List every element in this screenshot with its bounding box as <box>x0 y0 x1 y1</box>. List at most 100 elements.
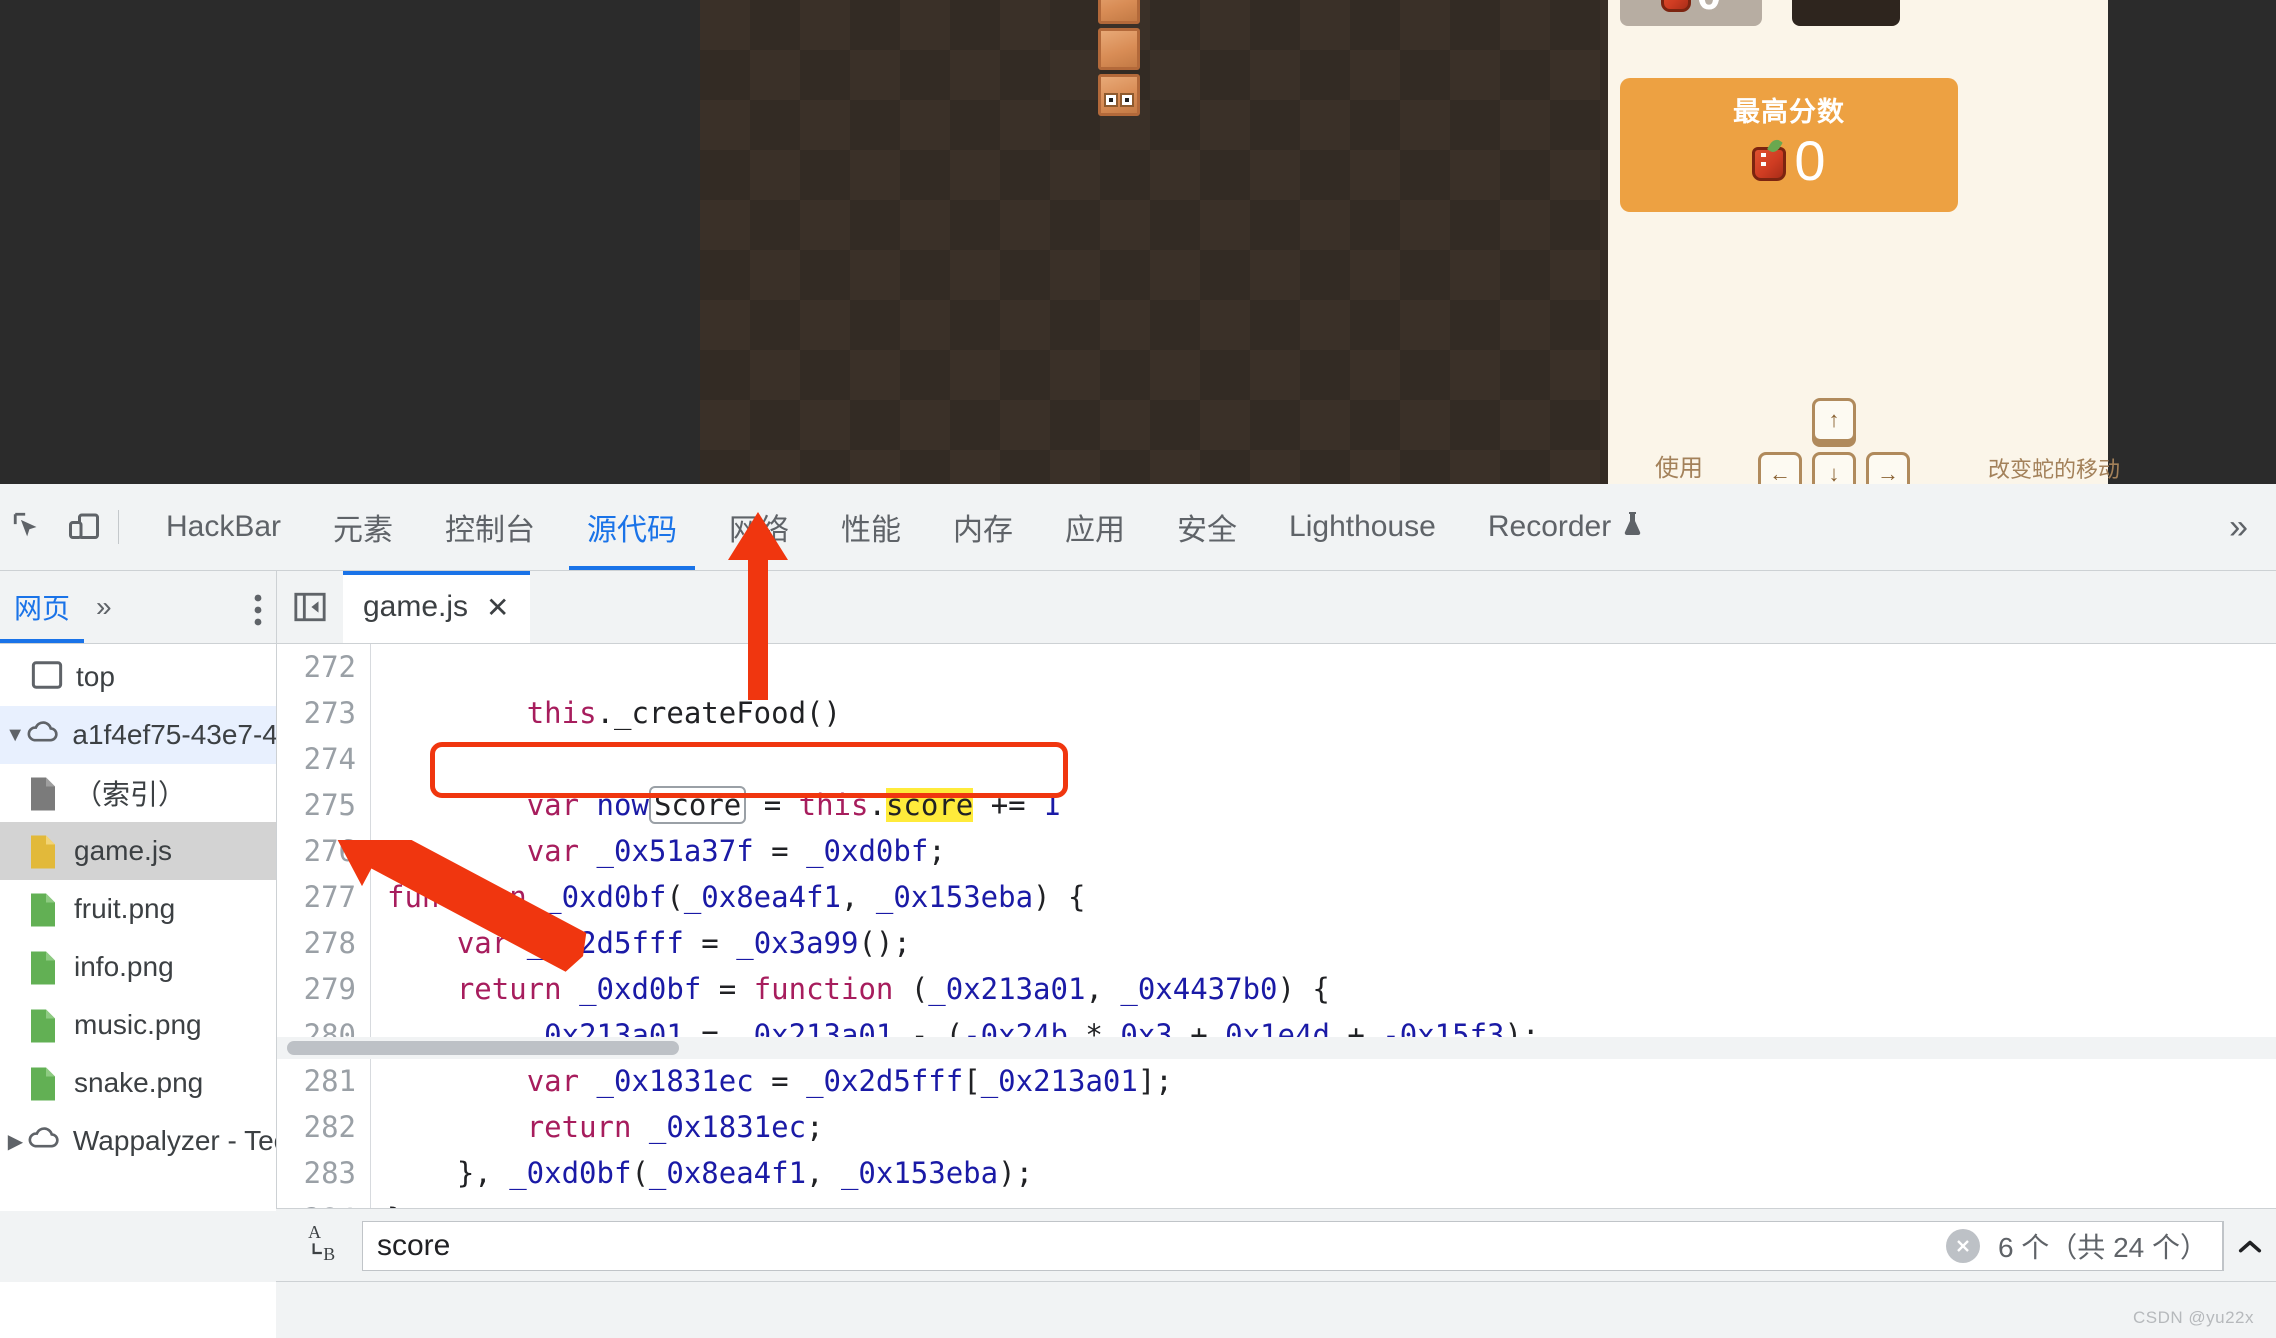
flask-icon <box>1621 510 1645 545</box>
tab-label: 应用 <box>1065 514 1126 547</box>
devtools-body: 网页 » top ▼ a1f4ef75-43e7-4 （索引） game.js … <box>0 571 2276 1211</box>
sound-toggle-box[interactable] <box>1792 0 1900 26</box>
inspect-cursor-icon[interactable] <box>0 504 56 550</box>
editor-horizontal-scrollbar[interactable] <box>277 1037 2276 1059</box>
snake-game-board[interactable] <box>700 0 1608 484</box>
file-grey-icon <box>28 776 62 811</box>
tree-item-info-png[interactable]: info.png <box>0 938 276 996</box>
clear-search-icon[interactable] <box>1945 1228 1980 1263</box>
tab-memory[interactable]: 内存 <box>927 484 1039 570</box>
replace-ab-icon[interactable]: A B <box>290 1220 362 1271</box>
code-line: 278 var _0x2d5fff = _0x3a99(); <box>277 920 2276 966</box>
sources-navigator: 网页 » top ▼ a1f4ef75-43e7-4 （索引） game.js … <box>0 571 277 1211</box>
tab-network[interactable]: 网络 <box>703 484 815 570</box>
close-icon[interactable]: ✕ <box>486 591 509 624</box>
current-score-value: 0 <box>1697 0 1721 17</box>
navigator-tabbar: 网页 » <box>0 571 276 644</box>
tree-item-fruit-png[interactable]: fruit.png <box>0 880 276 938</box>
file-green-icon <box>28 950 62 985</box>
code-line: 272 <box>277 644 2276 690</box>
tree-item-music-png[interactable]: music.png <box>0 996 276 1054</box>
tab-lighthouse[interactable]: Lighthouse <box>1263 484 1462 570</box>
line-number: 279 <box>277 966 371 1012</box>
tab-recorder[interactable]: Recorder <box>1462 484 1671 570</box>
boxed-token: Score <box>648 786 747 824</box>
line-number: 282 <box>277 1104 371 1150</box>
code-line: 281 var _0x1831ec = _0x2d5fff[_0x213a01]… <box>277 1058 2276 1104</box>
snake-segment <box>1098 0 1140 24</box>
navigator-tab-label: 网页 <box>14 593 71 624</box>
search-result-count: 6 个（共 24 个） <box>1997 1231 2208 1263</box>
navigator-more-menu-icon[interactable] <box>254 593 262 628</box>
file-green-icon <box>28 892 62 927</box>
line-content <box>371 736 387 782</box>
tree-item-label: music.png <box>74 1009 202 1040</box>
devtools-tab-list: HackBar 元素 控制台 源代码 网络 性能 内存 应用 安全 Lighth… <box>140 484 1671 570</box>
tab-label: 网络 <box>729 514 790 547</box>
file-tree: top ▼ a1f4ef75-43e7-412 （索引） <box>0 644 276 1170</box>
tree-item-wappalyzer[interactable]: ▶ Wappalyzer - Tech <box>0 1112 276 1170</box>
tab-hackbar[interactable]: HackBar <box>140 484 307 570</box>
tree-item-game-js[interactable]: game.js <box>0 822 276 880</box>
navigator-overflow-chevron-icon[interactable]: » <box>84 591 124 623</box>
editor-tab-label: game.js <box>363 590 469 623</box>
tab-sources[interactable]: 源代码 <box>561 484 703 570</box>
search-input-value: score <box>377 1228 451 1262</box>
tab-security[interactable]: 安全 <box>1151 484 1263 570</box>
tab-application[interactable]: 应用 <box>1039 484 1151 570</box>
tab-elements[interactable]: 元素 <box>307 484 419 570</box>
line-content: var _0x2d5fff = _0x3a99(); <box>456 926 911 960</box>
apple-icon <box>1752 137 1787 181</box>
editor-tab-game-js[interactable]: game.js ✕ <box>343 571 530 643</box>
navigator-tab-page[interactable]: 网页 <box>0 571 85 643</box>
high-score-value: 0 <box>1794 129 1826 192</box>
screenshot-root: 0 最高分数 0 使用 ↑ ← ↓ → 改变蛇的移动 <box>0 0 2276 1338</box>
tree-item-snake-png[interactable]: snake.png <box>0 1054 276 1112</box>
tab-performance[interactable]: 性能 <box>815 484 927 570</box>
line-number: 283 <box>277 1150 371 1196</box>
key-up[interactable]: ↑ <box>1812 398 1856 442</box>
page-viewport: 0 最高分数 0 使用 ↑ ← ↓ → 改变蛇的移动 <box>0 0 2276 496</box>
tab-label: 安全 <box>1177 514 1238 547</box>
code-line: 273 this._createFood() <box>277 690 2276 736</box>
tab-console[interactable]: 控制台 <box>419 484 561 570</box>
search-input[interactable]: score 6 个（共 24 个） <box>362 1220 2223 1271</box>
line-number: 278 <box>277 920 371 966</box>
current-score-box: 0 <box>1620 0 1762 26</box>
snake-head <box>1098 74 1140 116</box>
page-left-background <box>0 0 700 484</box>
tree-item-label: （索引） <box>74 779 187 810</box>
tree-item-top[interactable]: top <box>0 648 276 706</box>
tab-label: 性能 <box>841 514 902 547</box>
scrollbar-thumb[interactable] <box>287 1041 679 1055</box>
twisty[interactable]: ▶ <box>4 1129 27 1154</box>
code-line: 276 var _0x51a37f = _0xd0bf; <box>277 828 2276 874</box>
device-toolbar-icon[interactable] <box>56 504 112 550</box>
tree-item-label: top <box>76 661 115 692</box>
watermark: CSDN @yu22x <box>2132 1308 2254 1327</box>
tree-item-label: snake.png <box>74 1067 204 1098</box>
tree-item-index[interactable]: （索引） <box>0 764 276 822</box>
line-number: 273 <box>277 690 371 736</box>
tree-item-origin[interactable]: ▼ a1f4ef75-43e7-412 <box>0 706 276 764</box>
code-viewer[interactable]: 272 273 this._createFood() 274 275 var n… <box>277 644 2276 1211</box>
devtools-panel: HackBar 元素 控制台 源代码 网络 性能 内存 应用 安全 Lighth… <box>0 484 2276 1338</box>
code-line: 283 }, _0xd0bf(_0x8ea4f1, _0x153eba); <box>277 1150 2276 1196</box>
more-tabs-chevron-icon[interactable]: » <box>2229 484 2248 570</box>
code-line: 277 function _0xd0bf(_0x8ea4f1, _0x153eba… <box>277 874 2276 920</box>
tab-label: HackBar <box>166 510 282 543</box>
line-content: function _0xd0bf(_0x8ea4f1, _0x153eba) { <box>387 880 1086 914</box>
show-navigator-icon[interactable] <box>277 590 343 624</box>
twisty[interactable]: ▼ <box>4 724 26 747</box>
line-content: return _0x1831ec; <box>526 1110 824 1144</box>
line-content: }, _0xd0bf(_0x8ea4f1, _0x153eba); <box>387 1156 1034 1190</box>
source-editor: game.js ✕ 272 273 this._createFood() 274… <box>277 571 2276 1211</box>
svg-text:A: A <box>308 1222 321 1242</box>
game-side-panel: 0 最高分数 0 <box>1608 0 2108 484</box>
search-caret-up-icon[interactable] <box>2223 1220 2276 1271</box>
apple-icon <box>1660 0 1691 12</box>
line-content: var now Score = this.score += 1 <box>526 786 1061 824</box>
search-match-highlight: score <box>885 788 974 822</box>
code-line: 274 <box>277 736 2276 782</box>
snake-eye-right <box>1120 93 1134 107</box>
